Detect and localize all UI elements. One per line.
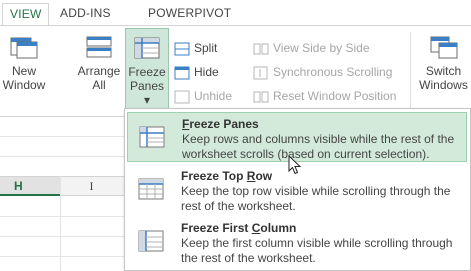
hide-label: Hide: [194, 65, 219, 79]
synchronous-scrolling-icon: [253, 66, 268, 80]
menu-item-description: Keep the top row visible while scrolling…: [181, 184, 451, 213]
synchronous-scrolling-button[interactable]: Synchronous Scrolling: [253, 62, 392, 82]
new-window-label-1: New: [11, 64, 36, 78]
menu-item-title-rest: ow: [255, 169, 273, 183]
reset-window-position-icon: [253, 91, 269, 103]
switch-windows-button[interactable]: Switch Windows: [416, 34, 471, 92]
synchronous-scrolling-label: Synchronous Scrolling: [273, 65, 393, 79]
column-header-h[interactable]: H: [0, 177, 60, 196]
new-window-label-2: Window: [2, 78, 46, 92]
arrange-all-label-2: All: [92, 78, 106, 92]
menu-item-title-pre: Freeze First: [181, 221, 252, 235]
tab-add-ins[interactable]: ADD-INS: [60, 3, 111, 26]
ribbon-separator: [410, 32, 411, 108]
arrange-all-icon: [86, 36, 112, 58]
menu-item-title: Freeze First Column: [181, 221, 296, 235]
menu-item-title: Freeze Top Row: [181, 169, 272, 183]
menu-item-title: Freeze Panes: [182, 117, 259, 131]
freeze-panes-label-1: Freeze: [128, 65, 166, 79]
view-side-by-side-button[interactable]: View Side by Side: [253, 38, 370, 58]
ribbon-tabs: VIEW ADD-INS POWERPIVOT: [0, 0, 471, 26]
split-icon: [174, 42, 190, 56]
freeze-first-column-icon: [138, 230, 164, 252]
mouse-pointer-icon: [288, 155, 302, 175]
freeze-top-row-icon: [138, 178, 164, 200]
arrange-all-label-1: Arrange: [77, 64, 121, 78]
freeze-panes-menu-icon: [139, 126, 165, 148]
switch-windows-label-1: Switch: [425, 64, 462, 78]
column-header-i[interactable]: I: [60, 177, 122, 196]
new-window-button[interactable]: New Window: [2, 34, 46, 92]
menu-item-title-pre: Freeze Top: [181, 169, 247, 183]
unhide-label: Unhide: [194, 89, 233, 103]
unhide-button[interactable]: Unhide: [174, 86, 232, 106]
view-side-by-side-icon: [253, 43, 269, 55]
freeze-panes-button[interactable]: Freeze Panes ▾: [125, 28, 169, 114]
menu-item-description: Keep the first column visible while scro…: [181, 236, 453, 265]
tab-powerpivot[interactable]: POWERPIVOT: [148, 3, 231, 26]
new-window-icon: [10, 37, 38, 59]
ribbon-window-group: New Window Arrange All Freeze Panes ▾ Sp…: [0, 25, 471, 117]
menu-item-title-rest: olumn: [260, 221, 297, 235]
menu-item-title-rest: reeze Panes: [189, 117, 259, 131]
freeze-panes-menu: Freeze Panes Keep rows and columns visib…: [124, 108, 471, 271]
menu-item-freeze-first-column[interactable]: Freeze First Column Keep the first colum…: [127, 217, 467, 267]
menu-item-description: Keep rows and columns visible while the …: [182, 132, 455, 161]
reset-window-position-button[interactable]: Reset Window Position: [253, 86, 396, 106]
reset-window-position-label: Reset Window Position: [273, 89, 397, 103]
switch-windows-icon: [430, 36, 457, 59]
freeze-panes-label-2: Panes ▾: [129, 79, 165, 107]
tab-view[interactable]: VIEW: [2, 3, 50, 26]
unhide-icon: [174, 90, 190, 104]
switch-windows-label-2: Windows: [419, 78, 468, 92]
hide-button[interactable]: Hide: [174, 62, 219, 82]
split-button[interactable]: Split: [174, 38, 217, 58]
split-label: Split: [194, 41, 218, 55]
hide-icon: [174, 66, 190, 80]
view-side-by-side-label: View Side by Side: [273, 41, 370, 55]
freeze-panes-icon: [134, 37, 160, 59]
arrange-all-button[interactable]: Arrange All: [76, 34, 122, 92]
